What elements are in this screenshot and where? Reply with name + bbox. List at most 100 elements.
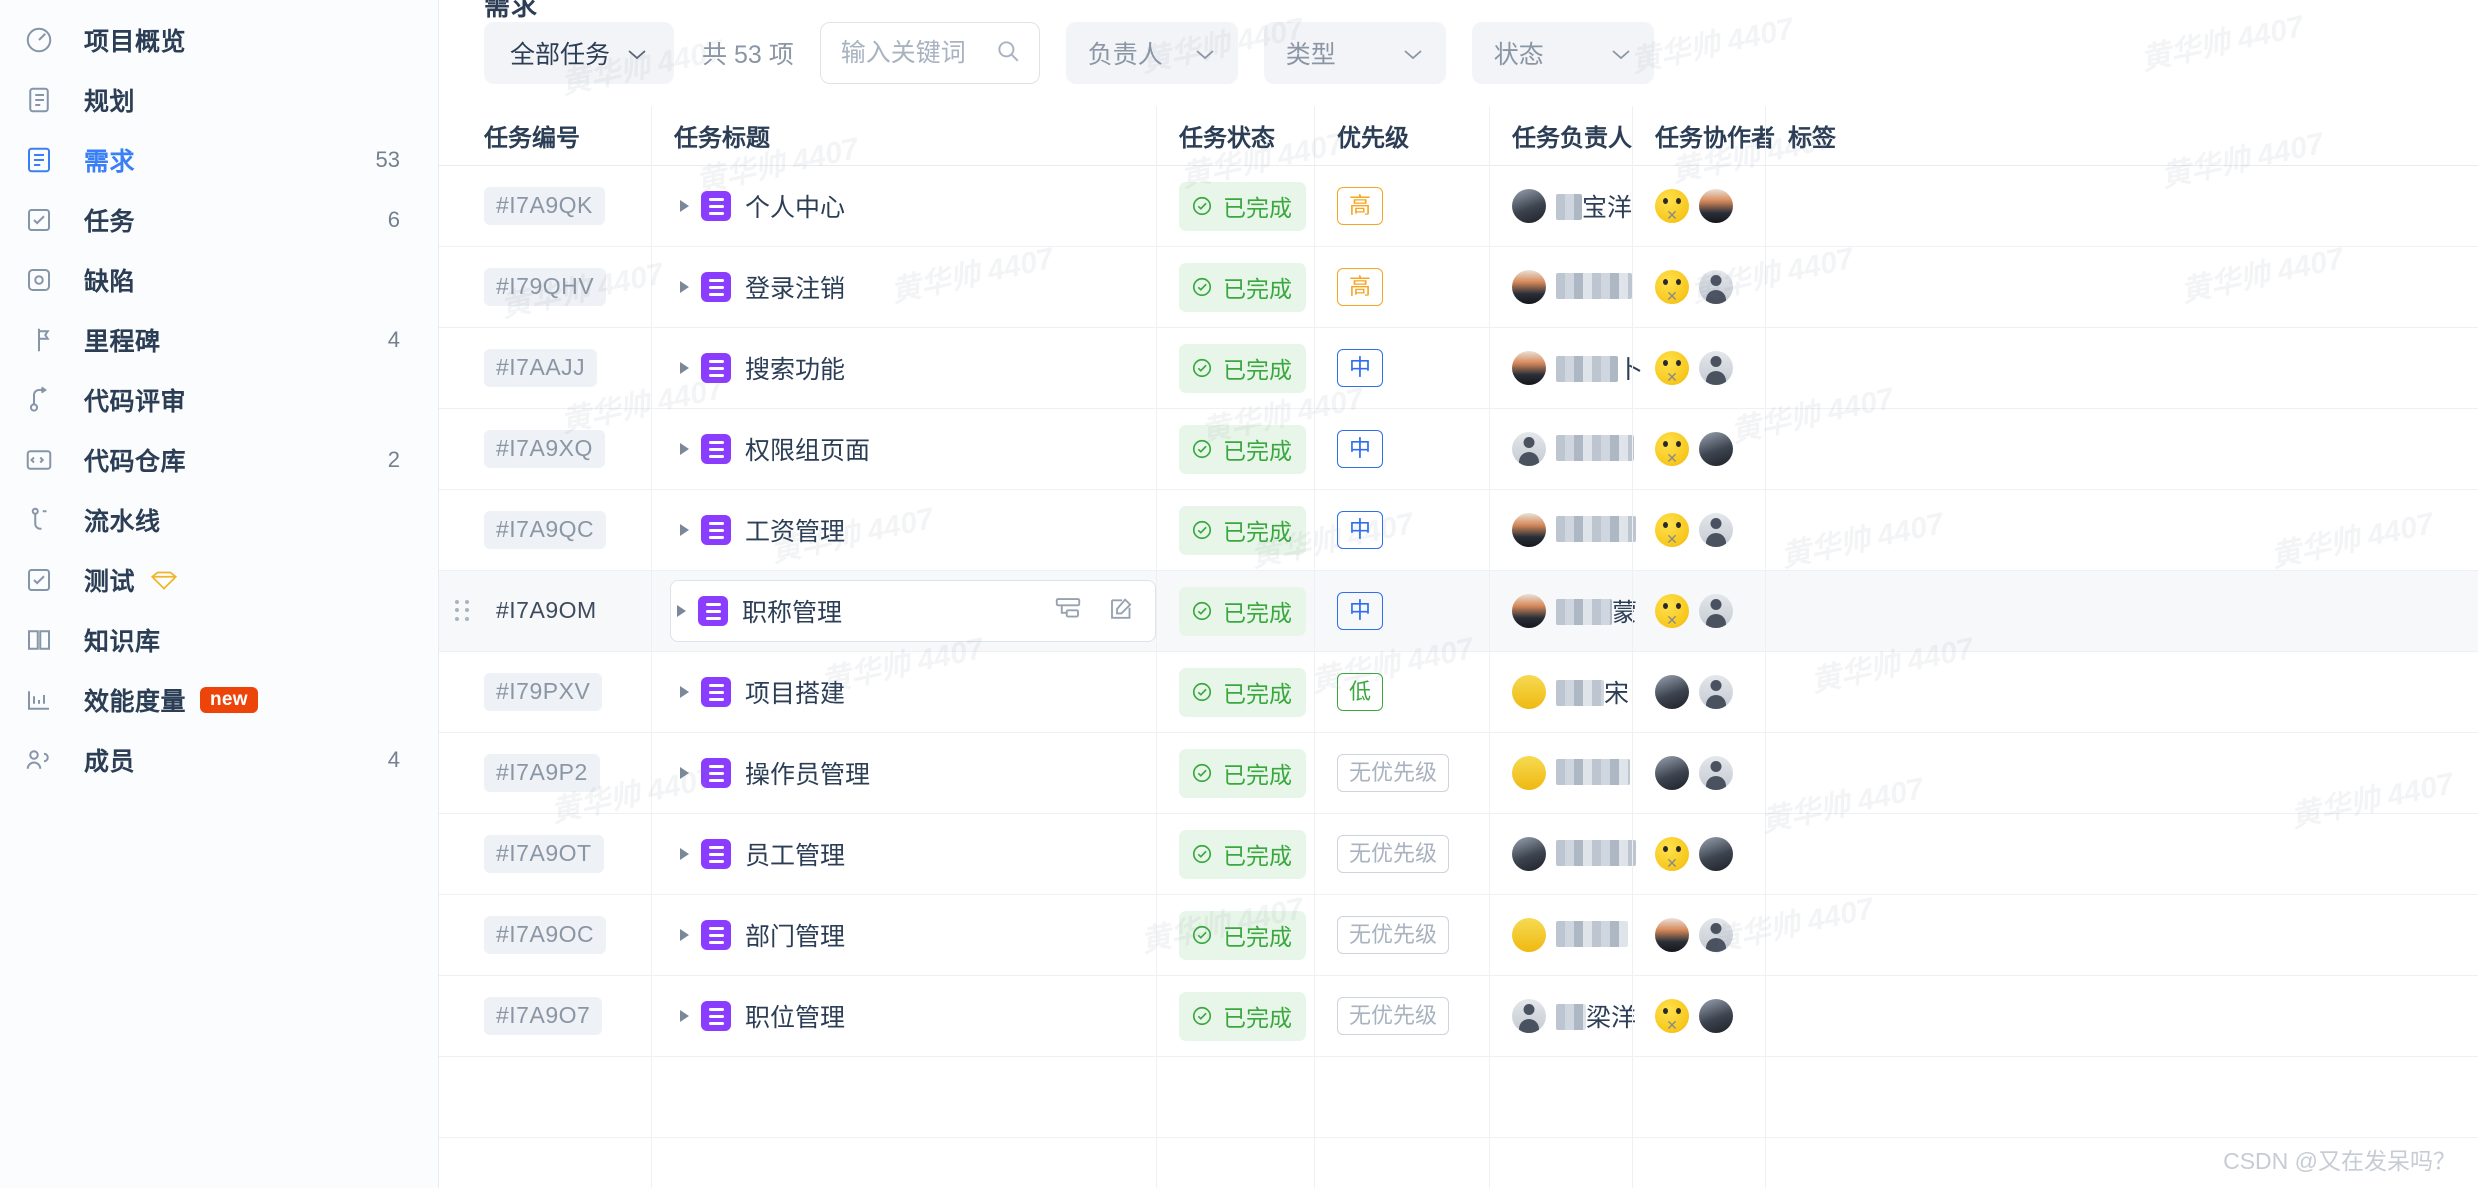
expand-triangle-icon[interactable] [680, 686, 689, 698]
priority-badge[interactable]: 低 [1337, 673, 1383, 712]
cell-task-collaborators[interactable] [1632, 733, 1765, 814]
cell-task-id[interactable]: #I79QHV [439, 247, 651, 328]
search-input[interactable] [841, 39, 987, 68]
sidebar-item-metrics[interactable]: 效能度量 new [0, 670, 438, 730]
sidebar-item-test[interactable]: 测试 [0, 550, 438, 610]
cell-task-title[interactable]: 登录注销 [651, 247, 1156, 328]
cell-task-tag[interactable] [1765, 814, 1885, 895]
cell-task-status[interactable]: 已完成 [1156, 166, 1314, 247]
cell-task-id[interactable]: #I79PXV [439, 652, 651, 733]
cell-task-id[interactable]: #I7A9XQ [439, 409, 651, 490]
cell-task-priority[interactable]: 无优先级 [1314, 895, 1489, 976]
status-badge[interactable]: 已完成 [1179, 587, 1306, 636]
collaborator-avatar[interactable] [1699, 594, 1733, 628]
cell-task-id[interactable]: #I7A9OT [439, 814, 651, 895]
task-title-label[interactable]: 登录注销 [745, 269, 845, 305]
owner-avatar[interactable] [1512, 918, 1546, 952]
cell-task-owner[interactable] [1489, 409, 1632, 490]
collaborator-avatar[interactable] [1699, 756, 1733, 790]
sidebar-item-plan[interactable]: 规划 [0, 70, 438, 130]
collaborator-avatar[interactable] [1699, 432, 1733, 466]
owner-avatar[interactable] [1512, 351, 1546, 385]
task-id-chip[interactable]: #I7A9OC [484, 916, 606, 954]
collaborator-avatar[interactable]: ✕ [1655, 513, 1689, 547]
priority-badge[interactable]: 中 [1337, 430, 1383, 469]
search-box[interactable] [820, 22, 1040, 84]
table-row[interactable]: #I79QHV 登录注销 已完成 高 [439, 247, 2478, 328]
table-row[interactable]: #I7A9OT 员工管理 已完成 无优先级 [439, 814, 2478, 895]
table-row[interactable]: #I79PXV 项目搭建 已完成 低 宋 [439, 652, 2478, 733]
collaborator-avatar[interactable] [1699, 513, 1733, 547]
expand-triangle-icon[interactable] [680, 1010, 689, 1022]
cell-task-title[interactable]: 个人中心 [651, 166, 1156, 247]
task-title-label[interactable]: 职位管理 [745, 998, 845, 1034]
edit-icon[interactable] [1107, 594, 1137, 629]
cell-task-owner[interactable]: 蒙 [1489, 571, 1632, 652]
scope-selector[interactable]: 全部任务 [484, 22, 674, 84]
cell-task-id[interactable]: #I7AAJJ [439, 328, 651, 409]
status-badge[interactable]: 已完成 [1179, 425, 1306, 474]
priority-badge[interactable]: 无优先级 [1337, 997, 1449, 1036]
cell-task-tag[interactable] [1765, 733, 1885, 814]
cell-task-status[interactable]: 已完成 [1156, 814, 1314, 895]
cell-task-priority[interactable]: 无优先级 [1314, 733, 1489, 814]
cell-task-title[interactable]: 职位管理 [651, 976, 1156, 1057]
task-id-chip[interactable]: #I7AAJJ [484, 349, 597, 387]
filter-type[interactable]: 类型 [1264, 22, 1446, 84]
drag-handle[interactable] [455, 600, 471, 622]
task-id-chip[interactable]: #I7A9XQ [484, 430, 605, 468]
cell-task-collaborators[interactable] [1632, 652, 1765, 733]
cell-task-id[interactable]: #I7A9OM [439, 571, 651, 652]
cell-task-tag[interactable] [1765, 247, 1885, 328]
task-title-label[interactable]: 员工管理 [745, 836, 845, 872]
sidebar-item-knowledge[interactable]: 知识库 [0, 610, 438, 670]
cell-task-status[interactable]: 已完成 [1156, 490, 1314, 571]
sidebar-item-pipeline[interactable]: 流水线 [0, 490, 438, 550]
cell-task-title[interactable]: 项目搭建 [651, 652, 1156, 733]
task-title-label[interactable]: 项目搭建 [745, 674, 845, 710]
cell-task-title[interactable]: 职称管理 [651, 571, 1156, 652]
column-header-status[interactable]: 任务状态 [1156, 106, 1314, 166]
priority-badge[interactable]: 中 [1337, 592, 1383, 631]
sidebar-item-repository[interactable]: 代码仓库 2 [0, 430, 438, 490]
cell-task-tag[interactable] [1765, 328, 1885, 409]
table-row[interactable]: #I7A9OM 职称管理 [439, 571, 2478, 652]
owner-avatar[interactable] [1512, 189, 1546, 223]
cell-task-tag[interactable] [1765, 895, 1885, 976]
filter-state[interactable]: 状态 [1472, 22, 1654, 84]
column-header-priority[interactable]: 优先级 [1314, 106, 1489, 166]
priority-badge[interactable]: 中 [1337, 349, 1383, 388]
cell-task-owner[interactable]: 梁洋 [1489, 976, 1632, 1057]
task-id-chip[interactable]: #I7A9QC [484, 511, 606, 549]
status-badge[interactable]: 已完成 [1179, 749, 1306, 798]
expand-triangle-icon[interactable] [680, 524, 689, 536]
cell-task-tag[interactable] [1765, 976, 1885, 1057]
cell-task-title[interactable]: 操作员管理 [651, 733, 1156, 814]
expand-triangle-icon[interactable] [680, 848, 689, 860]
cell-task-id[interactable]: #I7A9OC [439, 895, 651, 976]
task-title-label[interactable]: 个人中心 [745, 188, 845, 224]
cell-task-owner[interactable] [1489, 247, 1632, 328]
collaborator-avatar[interactable] [1699, 837, 1733, 871]
sidebar-item-bug[interactable]: 缺陷 [0, 250, 438, 310]
status-badge[interactable]: 已完成 [1179, 344, 1306, 393]
cell-task-collaborators[interactable]: ✕ [1632, 247, 1765, 328]
task-id-chip[interactable]: #I79PXV [484, 673, 602, 711]
sidebar-item-task[interactable]: 任务 6 [0, 190, 438, 250]
cell-task-owner[interactable]: 宋 [1489, 652, 1632, 733]
expand-triangle-icon[interactable] [677, 605, 686, 617]
owner-avatar[interactable] [1512, 270, 1546, 304]
owner-avatar[interactable] [1512, 837, 1546, 871]
cell-task-tag[interactable] [1765, 652, 1885, 733]
status-badge[interactable]: 已完成 [1179, 182, 1306, 231]
sidebar-item-code-review[interactable]: 代码评审 [0, 370, 438, 430]
sidebar-item-members[interactable]: 成员 4 [0, 730, 438, 790]
collaborator-avatar[interactable]: ✕ [1655, 270, 1689, 304]
column-header-owner[interactable]: 任务负责人 [1489, 106, 1632, 166]
task-id-chip[interactable]: #I7A9OT [484, 835, 604, 873]
expand-triangle-icon[interactable] [680, 767, 689, 779]
cell-task-collaborators[interactable]: ✕ [1632, 571, 1765, 652]
cell-task-status[interactable]: 已完成 [1156, 976, 1314, 1057]
cell-task-tag[interactable] [1765, 166, 1885, 247]
cell-task-status[interactable]: 已完成 [1156, 652, 1314, 733]
